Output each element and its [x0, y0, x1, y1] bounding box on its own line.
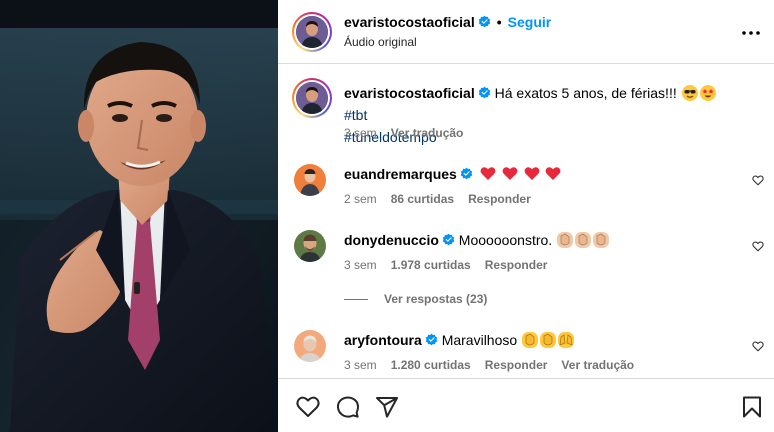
video-frame — [0, 0, 278, 432]
commenter-avatar-image — [294, 164, 326, 196]
comment-bubble-icon[interactable] — [336, 395, 360, 419]
caption-time[interactable]: 3 sem — [344, 126, 377, 140]
red-heart-emoji-icon — [502, 167, 518, 180]
comment-time[interactable]: 3 sem — [344, 258, 377, 272]
hashtag-link[interactable]: #tbt — [344, 107, 367, 123]
heart-outline-icon[interactable] — [752, 240, 764, 252]
clapping-hands-emoji-icon — [522, 332, 539, 348]
comment-time[interactable]: 3 sem — [344, 358, 377, 372]
heart-outline-icon[interactable] — [752, 174, 764, 186]
clapping-hands-emoji-icon — [575, 232, 592, 248]
sunglasses-emoji-icon — [681, 85, 698, 101]
replies-divider-line — [344, 299, 368, 301]
comment-text: Moooooonstro. — [458, 232, 553, 248]
comment-meta: 3 sem 1.280 curtidas Responder Ver tradução — [344, 358, 648, 372]
view-replies-button[interactable]: Ver respostas (23) — [344, 292, 487, 306]
reply-button[interactable]: Responder — [468, 192, 531, 206]
post-header: evaristocostaoficial • Seguir Áudio origin… — [278, 0, 774, 64]
comment-likes[interactable]: 86 curtidas — [391, 192, 454, 206]
bookmark-icon[interactable] — [740, 395, 764, 419]
caption-meta: 3 sem Ver tradução — [344, 126, 477, 140]
raising-hands-emoji-icon — [558, 332, 575, 348]
heart-outline-icon[interactable] — [752, 340, 764, 352]
author-avatar-image — [296, 16, 328, 48]
comment-likes[interactable]: 1.280 curtidas — [391, 358, 471, 372]
reply-button[interactable]: Responder — [485, 358, 548, 372]
paper-plane-icon[interactable] — [375, 395, 399, 419]
commenter-avatar[interactable] — [294, 230, 326, 262]
author-username[interactable]: evaristocostaoficial — [344, 14, 475, 30]
commenter-username[interactable]: donydenuccio — [344, 232, 439, 248]
comment-time[interactable]: 2 sem — [344, 192, 377, 206]
verified-badge-icon — [442, 233, 455, 246]
heart-outline-icon[interactable] — [296, 395, 320, 419]
red-heart-emoji-icon — [545, 167, 561, 180]
comment-meta: 3 sem 1.978 curtidas Responder — [344, 258, 561, 272]
commenter-username[interactable]: euandremarques — [344, 166, 457, 182]
verified-badge-icon — [460, 167, 473, 180]
post-video[interactable] — [0, 0, 278, 432]
comment-likes[interactable]: 1.978 curtidas — [391, 258, 471, 272]
caption-username[interactable]: evaristocostaoficial — [344, 85, 475, 101]
clapping-hands-emoji-icon — [540, 332, 557, 348]
verified-badge-icon — [478, 86, 490, 99]
comment-meta: 2 sem 86 curtidas Responder — [344, 192, 545, 206]
post-side-panel: evaristocostaoficial • Seguir Áudio origin… — [278, 0, 774, 432]
caption-avatar[interactable] — [292, 78, 332, 118]
commenter-username[interactable]: aryfontoura — [344, 332, 422, 348]
caption-text: Há exatos 5 anos, de férias!!! — [494, 85, 677, 101]
commenter-avatar[interactable] — [294, 330, 326, 362]
commenter-avatar-image — [294, 230, 326, 262]
reply-button[interactable]: Responder — [485, 258, 548, 272]
comment-text: Maravilhoso — [441, 332, 518, 348]
translate-button[interactable]: Ver tradução — [561, 358, 634, 372]
author-avatar[interactable] — [292, 12, 332, 52]
separator-dot: • — [496, 14, 502, 30]
clapping-hands-emoji-icon — [557, 232, 574, 248]
caption-avatar-image — [296, 82, 328, 114]
red-heart-emoji-icon — [480, 167, 496, 180]
clapping-hands-emoji-icon — [593, 232, 610, 248]
post-action-bar — [278, 378, 774, 432]
commenter-avatar-image — [294, 330, 326, 362]
commenter-avatar[interactable] — [294, 164, 326, 196]
red-heart-emoji-icon — [524, 167, 539, 180]
more-options-icon[interactable] — [742, 20, 760, 38]
view-replies-label: Ver respostas (23) — [384, 292, 488, 306]
verified-badge-icon — [478, 15, 490, 28]
follow-button[interactable]: Seguir — [508, 14, 552, 30]
verified-badge-icon — [425, 333, 437, 346]
translate-button[interactable]: Ver tradução — [391, 126, 464, 140]
star-struck-emoji-icon — [699, 85, 716, 101]
audio-label[interactable]: Áudio original — [344, 35, 417, 49]
